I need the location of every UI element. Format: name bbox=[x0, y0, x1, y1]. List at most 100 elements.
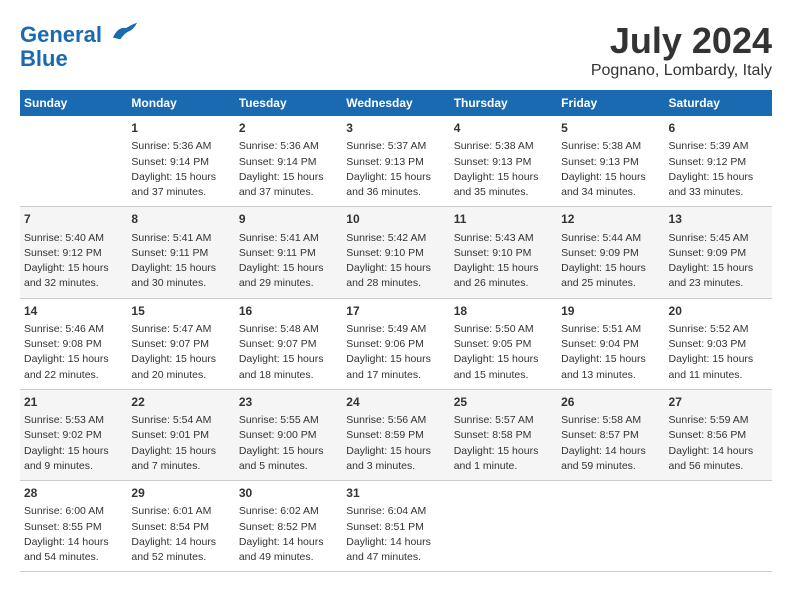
day-number: 28 bbox=[24, 485, 123, 502]
calendar-cell bbox=[557, 481, 664, 572]
cell-info: Sunrise: 5:42 AMSunset: 9:10 PMDaylight:… bbox=[346, 231, 445, 292]
col-friday: Friday bbox=[557, 90, 664, 116]
day-number: 6 bbox=[669, 120, 768, 137]
cell-info: Sunrise: 5:48 AMSunset: 9:07 PMDaylight:… bbox=[239, 322, 338, 383]
day-number: 24 bbox=[346, 394, 445, 411]
cell-info: Sunrise: 5:50 AMSunset: 9:05 PMDaylight:… bbox=[454, 322, 553, 383]
calendar-cell: 28Sunrise: 6:00 AMSunset: 8:55 PMDayligh… bbox=[20, 481, 127, 572]
cell-info: Sunrise: 5:58 AMSunset: 8:57 PMDaylight:… bbox=[561, 413, 660, 474]
day-number: 30 bbox=[239, 485, 338, 502]
calendar-cell: 16 Sunrise: 5:48 AMSunset: 9:07 PMDayligh… bbox=[235, 298, 342, 389]
day-number: 31 bbox=[346, 485, 445, 502]
day-number: 13 bbox=[669, 211, 768, 228]
day-number: 16 bbox=[239, 303, 338, 320]
calendar-cell: 31 Sunrise: 6:04 AMSunset: 8:51 PMDayligh… bbox=[342, 481, 449, 572]
calendar-cell: 2 Sunrise: 5:36 AMSunset: 9:14 PMDaylight… bbox=[235, 116, 342, 207]
cell-info: Sunrise: 5:44 AMSunset: 9:09 PMDaylight:… bbox=[561, 231, 660, 292]
calendar-cell: 22 Sunrise: 5:54 AMSunset: 9:01 PMDayligh… bbox=[127, 389, 234, 480]
col-saturday: Saturday bbox=[665, 90, 772, 116]
cell-info: Sunrise: 5:59 AMSunset: 8:56 PMDaylight:… bbox=[669, 413, 768, 474]
cell-info: Sunrise: 5:46 AMSunset: 9:08 PMDaylight:… bbox=[24, 322, 123, 383]
calendar-cell: 27 Sunrise: 5:59 AMSunset: 8:56 PMDayligh… bbox=[665, 389, 772, 480]
calendar-cell: 21Sunrise: 5:53 AMSunset: 9:02 PMDayligh… bbox=[20, 389, 127, 480]
calendar-cell: 8 Sunrise: 5:41 AMSunset: 9:11 PMDaylight… bbox=[127, 207, 234, 298]
month-year-title: July 2024 bbox=[591, 20, 772, 62]
calendar-cell: 18Sunrise: 5:50 AMSunset: 9:05 PMDayligh… bbox=[450, 298, 557, 389]
cell-info: Sunrise: 6:01 AMSunset: 8:54 PMDaylight:… bbox=[131, 504, 230, 565]
day-number: 15 bbox=[131, 303, 230, 320]
day-number: 26 bbox=[561, 394, 660, 411]
calendar-cell: 30Sunrise: 6:02 AMSunset: 8:52 PMDayligh… bbox=[235, 481, 342, 572]
calendar-cell: 3Sunrise: 5:37 AMSunset: 9:13 PMDaylight… bbox=[342, 116, 449, 207]
day-number: 12 bbox=[561, 211, 660, 228]
day-number: 5 bbox=[561, 120, 660, 137]
calendar-cell: 1 Sunrise: 5:36 AMSunset: 9:14 PMDaylight… bbox=[127, 116, 234, 207]
col-tuesday: Tuesday bbox=[235, 90, 342, 116]
col-sunday: Sunday bbox=[20, 90, 127, 116]
calendar-cell: 13 Sunrise: 5:45 AMSunset: 9:09 PMDayligh… bbox=[665, 207, 772, 298]
day-number: 7 bbox=[24, 211, 123, 228]
cell-info: Sunrise: 5:53 AMSunset: 9:02 PMDaylight:… bbox=[24, 413, 123, 474]
cell-info: Sunrise: 5:36 AMSunset: 9:14 PMDaylight:… bbox=[131, 139, 230, 200]
cell-info: Sunrise: 6:04 AMSunset: 8:51 PMDaylight:… bbox=[346, 504, 445, 565]
cell-info: Sunrise: 5:56 AMSunset: 8:59 PMDaylight:… bbox=[346, 413, 445, 474]
cell-info: Sunrise: 5:54 AMSunset: 9:01 PMDaylight:… bbox=[131, 413, 230, 474]
calendar-table: Sunday Monday Tuesday Wednesday Thursday… bbox=[20, 90, 772, 572]
cell-info: Sunrise: 5:41 AMSunset: 9:11 PMDaylight:… bbox=[131, 231, 230, 292]
day-number: 1 bbox=[131, 120, 230, 137]
calendar-cell: 25 Sunrise: 5:57 AMSunset: 8:58 PMDayligh… bbox=[450, 389, 557, 480]
logo-general: General bbox=[20, 22, 102, 47]
day-number: 8 bbox=[131, 211, 230, 228]
logo-blue: Blue bbox=[20, 46, 68, 71]
week-row-1: 1 Sunrise: 5:36 AMSunset: 9:14 PMDaylight… bbox=[20, 116, 772, 207]
cell-info: Sunrise: 5:55 AMSunset: 9:00 PMDaylight:… bbox=[239, 413, 338, 474]
week-row-2: 7 Sunrise: 5:40 AMSunset: 9:12 PMDaylight… bbox=[20, 207, 772, 298]
col-thursday: Thursday bbox=[450, 90, 557, 116]
cell-info: Sunrise: 5:37 AMSunset: 9:13 PMDaylight:… bbox=[346, 139, 445, 200]
calendar-cell: 19 Sunrise: 5:51 AMSunset: 9:04 PMDayligh… bbox=[557, 298, 664, 389]
calendar-cell: 20Sunrise: 5:52 AMSunset: 9:03 PMDayligh… bbox=[665, 298, 772, 389]
col-monday: Monday bbox=[127, 90, 234, 116]
calendar-cell bbox=[450, 481, 557, 572]
title-area: July 2024 Pognano, Lombardy, Italy bbox=[591, 20, 772, 80]
calendar-cell: 15 Sunrise: 5:47 AMSunset: 9:07 PMDayligh… bbox=[127, 298, 234, 389]
day-number: 9 bbox=[239, 211, 338, 228]
calendar-cell bbox=[665, 481, 772, 572]
day-number: 4 bbox=[454, 120, 553, 137]
logo-bird-icon bbox=[111, 20, 139, 42]
week-row-3: 14 Sunrise: 5:46 AMSunset: 9:08 PMDayligh… bbox=[20, 298, 772, 389]
day-number: 27 bbox=[669, 394, 768, 411]
cell-info: Sunrise: 5:51 AMSunset: 9:04 PMDaylight:… bbox=[561, 322, 660, 383]
calendar-cell: 5 Sunrise: 5:38 AMSunset: 9:13 PMDaylight… bbox=[557, 116, 664, 207]
calendar-cell: 29 Sunrise: 6:01 AMSunset: 8:54 PMDayligh… bbox=[127, 481, 234, 572]
cell-info: Sunrise: 5:36 AMSunset: 9:14 PMDaylight:… bbox=[239, 139, 338, 200]
day-number: 22 bbox=[131, 394, 230, 411]
calendar-cell: 17Sunrise: 5:49 AMSunset: 9:06 PMDayligh… bbox=[342, 298, 449, 389]
day-number: 2 bbox=[239, 120, 338, 137]
calendar-cell: 23Sunrise: 5:55 AMSunset: 9:00 PMDayligh… bbox=[235, 389, 342, 480]
week-row-4: 21Sunrise: 5:53 AMSunset: 9:02 PMDayligh… bbox=[20, 389, 772, 480]
calendar-cell: 9 Sunrise: 5:41 AMSunset: 9:11 PMDaylight… bbox=[235, 207, 342, 298]
calendar-cell: 26 Sunrise: 5:58 AMSunset: 8:57 PMDayligh… bbox=[557, 389, 664, 480]
calendar-cell: 12 Sunrise: 5:44 AMSunset: 9:09 PMDayligh… bbox=[557, 207, 664, 298]
day-number: 25 bbox=[454, 394, 553, 411]
calendar-cell: 10Sunrise: 5:42 AMSunset: 9:10 PMDayligh… bbox=[342, 207, 449, 298]
cell-info: Sunrise: 5:41 AMSunset: 9:11 PMDaylight:… bbox=[239, 231, 338, 292]
day-number: 11 bbox=[454, 211, 553, 228]
cell-info: Sunrise: 5:38 AMSunset: 9:13 PMDaylight:… bbox=[561, 139, 660, 200]
calendar-cell: 14 Sunrise: 5:46 AMSunset: 9:08 PMDayligh… bbox=[20, 298, 127, 389]
day-number: 17 bbox=[346, 303, 445, 320]
calendar-cell: 4Sunrise: 5:38 AMSunset: 9:13 PMDaylight… bbox=[450, 116, 557, 207]
week-row-5: 28Sunrise: 6:00 AMSunset: 8:55 PMDayligh… bbox=[20, 481, 772, 572]
day-number: 19 bbox=[561, 303, 660, 320]
location-subtitle: Pognano, Lombardy, Italy bbox=[591, 62, 772, 80]
cell-info: Sunrise: 5:57 AMSunset: 8:58 PMDaylight:… bbox=[454, 413, 553, 474]
day-number: 29 bbox=[131, 485, 230, 502]
col-wednesday: Wednesday bbox=[342, 90, 449, 116]
day-number: 14 bbox=[24, 303, 123, 320]
cell-info: Sunrise: 5:45 AMSunset: 9:09 PMDaylight:… bbox=[669, 231, 768, 292]
column-headers: Sunday Monday Tuesday Wednesday Thursday… bbox=[20, 90, 772, 116]
cell-info: Sunrise: 5:40 AMSunset: 9:12 PMDaylight:… bbox=[24, 231, 123, 292]
cell-info: Sunrise: 5:47 AMSunset: 9:07 PMDaylight:… bbox=[131, 322, 230, 383]
cell-info: Sunrise: 5:52 AMSunset: 9:03 PMDaylight:… bbox=[669, 322, 768, 383]
